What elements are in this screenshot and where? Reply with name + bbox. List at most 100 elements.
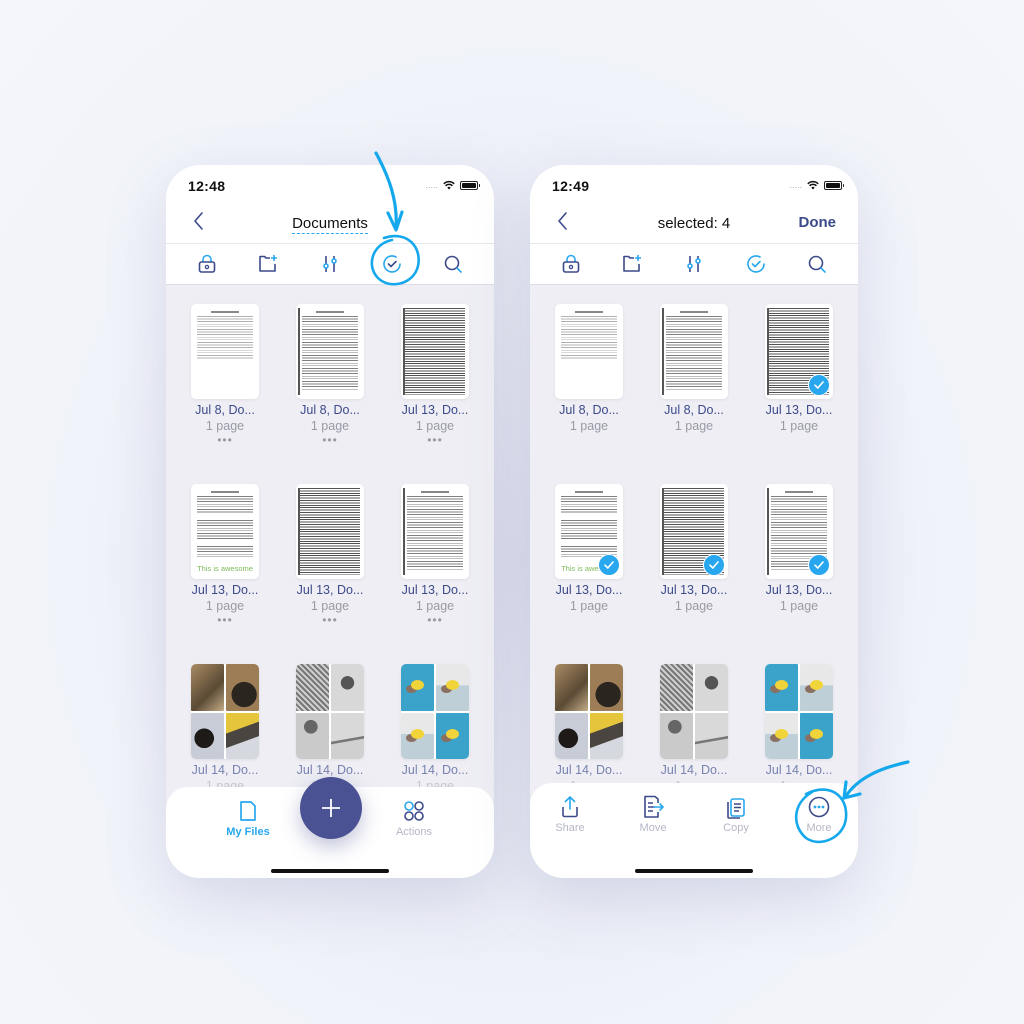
- document-name: Jul 14, Do...: [296, 763, 364, 777]
- page-title[interactable]: Documents: [166, 215, 494, 234]
- document-item[interactable]: Jul 14, Do...1 page: [644, 664, 744, 793]
- document-item[interactable]: Jul 8, Do... 1 page •••: [175, 304, 275, 446]
- document-name: Jul 13, Do...: [296, 583, 364, 597]
- search-button[interactable]: [799, 246, 835, 282]
- document-thumbnail[interactable]: [765, 484, 833, 579]
- more-button[interactable]: More: [779, 795, 858, 834]
- done-button[interactable]: Done: [799, 214, 837, 231]
- document-thumbnail[interactable]: [555, 304, 623, 399]
- document-thumbnail[interactable]: [401, 664, 469, 759]
- document-more-button[interactable]: •••: [175, 614, 275, 626]
- document-name: Jul 14, Do...: [191, 763, 259, 777]
- document-item[interactable]: Jul 14, Do...1 page: [175, 664, 275, 793]
- document-page-count: 1 page: [415, 599, 455, 613]
- document-item[interactable]: Jul 13, Do... 1 page: [749, 484, 849, 613]
- document-thumbnail[interactable]: [660, 484, 728, 579]
- document-more-button[interactable]: •••: [280, 614, 380, 626]
- search-icon: [444, 255, 462, 273]
- sort-filter-button[interactable]: [312, 246, 348, 282]
- document-item[interactable]: Jul 14, Do...1 page: [385, 664, 485, 793]
- document-item[interactable]: This is awesome Jul 13, Do... 1 page: [539, 484, 639, 613]
- document-thumbnail[interactable]: This is awesome: [191, 484, 259, 579]
- home-indicator[interactable]: [635, 869, 753, 873]
- document-item[interactable]: This is awesome Jul 13, Do... 1 page •••: [175, 484, 275, 626]
- new-folder-button[interactable]: [614, 246, 650, 282]
- copy-button[interactable]: Copy: [696, 795, 776, 834]
- sort-filter-button[interactable]: [676, 246, 712, 282]
- document-thumbnail[interactable]: [296, 484, 364, 579]
- file-icon: [240, 801, 256, 821]
- selected-check-icon[interactable]: [598, 554, 620, 576]
- copy-icon: [727, 798, 745, 819]
- status-time: 12:49: [552, 178, 590, 194]
- document-page-count: 1 page: [569, 419, 609, 433]
- comic-preview: [765, 664, 833, 759]
- move-button[interactable]: Move: [613, 795, 693, 834]
- document-item[interactable]: Jul 13, Do... 1 page: [644, 484, 744, 613]
- secure-folder-button[interactable]: [189, 246, 225, 282]
- document-item[interactable]: Jul 13, Do... 1 page •••: [385, 484, 485, 626]
- document-item[interactable]: Jul 8, Do... 1 page: [539, 304, 639, 433]
- document-item[interactable]: Jul 8, Do... 1 page •••: [280, 304, 380, 446]
- document-item[interactable]: Jul 13, Do... 1 page: [749, 304, 849, 433]
- document-page-count: 1 page: [779, 599, 819, 613]
- document-more-button[interactable]: •••: [385, 434, 485, 446]
- toolbar: [166, 243, 494, 285]
- document-name: Jul 13, Do...: [765, 583, 833, 597]
- document-item[interactable]: Jul 13, Do... 1 page •••: [280, 484, 380, 626]
- search-icon: [808, 255, 826, 273]
- document-item[interactable]: Jul 14, Do...1 page: [749, 664, 849, 793]
- new-folder-icon: [623, 255, 642, 272]
- document-item[interactable]: Jul 14, Do...1 page: [280, 664, 380, 793]
- home-indicator[interactable]: [271, 869, 389, 873]
- document-thumbnail[interactable]: [296, 304, 364, 399]
- document-page-count: 1 page: [310, 419, 350, 433]
- document-item[interactable]: Jul 14, Do...1 page: [539, 664, 639, 793]
- select-mode-button[interactable]: [374, 246, 410, 282]
- document-thumbnail[interactable]: [765, 664, 833, 759]
- phone-screen-documents: 12:48 ..... Documents Jul 8, Do... 1 page…: [166, 165, 494, 878]
- document-page-count: 1 page: [779, 419, 819, 433]
- tab-actions[interactable]: Actions: [374, 799, 454, 838]
- select-mode-button-active[interactable]: [738, 246, 774, 282]
- search-button[interactable]: [435, 246, 471, 282]
- status-icons: .....: [789, 180, 844, 190]
- wifi-icon: [807, 180, 819, 190]
- document-more-button[interactable]: •••: [385, 614, 485, 626]
- tutorial-annotations: [370, 151, 910, 844]
- document-thumbnail[interactable]: [660, 304, 728, 399]
- document-thumbnail[interactable]: [191, 664, 259, 759]
- handwritten-note: This is awesome: [197, 564, 253, 573]
- add-document-button[interactable]: [300, 777, 362, 839]
- document-more-button[interactable]: •••: [175, 434, 275, 446]
- selected-check-icon[interactable]: [808, 554, 830, 576]
- tab-my-files[interactable]: My Files: [208, 799, 288, 838]
- sliders-icon: [687, 256, 701, 272]
- document-thumbnail[interactable]: [401, 484, 469, 579]
- document-thumbnail[interactable]: [191, 304, 259, 399]
- share-icon: [562, 796, 578, 818]
- document-thumbnail[interactable]: This is awesome: [555, 484, 623, 579]
- secure-folder-button[interactable]: [553, 246, 589, 282]
- new-folder-icon: [259, 255, 278, 272]
- new-folder-button[interactable]: [250, 246, 286, 282]
- header: 12:48 ..... Documents: [166, 165, 494, 243]
- document-thumbnail[interactable]: [765, 304, 833, 399]
- selected-check-icon[interactable]: [703, 554, 725, 576]
- document-item[interactable]: Jul 13, Do... 1 page •••: [385, 304, 485, 446]
- document-thumbnail[interactable]: [401, 304, 469, 399]
- document-page-count: 1 page: [205, 419, 245, 433]
- check-circle-icon: [382, 255, 401, 273]
- comic-preview: [555, 664, 623, 759]
- document-thumbnail[interactable]: [555, 664, 623, 759]
- document-thumbnail[interactable]: [660, 664, 728, 759]
- signal-icon: .....: [789, 180, 802, 190]
- document-thumbnail[interactable]: [296, 664, 364, 759]
- document-item[interactable]: Jul 8, Do... 1 page: [644, 304, 744, 433]
- document-more-button[interactable]: •••: [280, 434, 380, 446]
- document-page-count: 1 page: [674, 419, 714, 433]
- share-button[interactable]: Share: [530, 795, 610, 834]
- more-ellipsis-icon: [808, 796, 830, 818]
- document-name: Jul 13, Do...: [191, 583, 259, 597]
- selected-check-icon[interactable]: [808, 374, 830, 396]
